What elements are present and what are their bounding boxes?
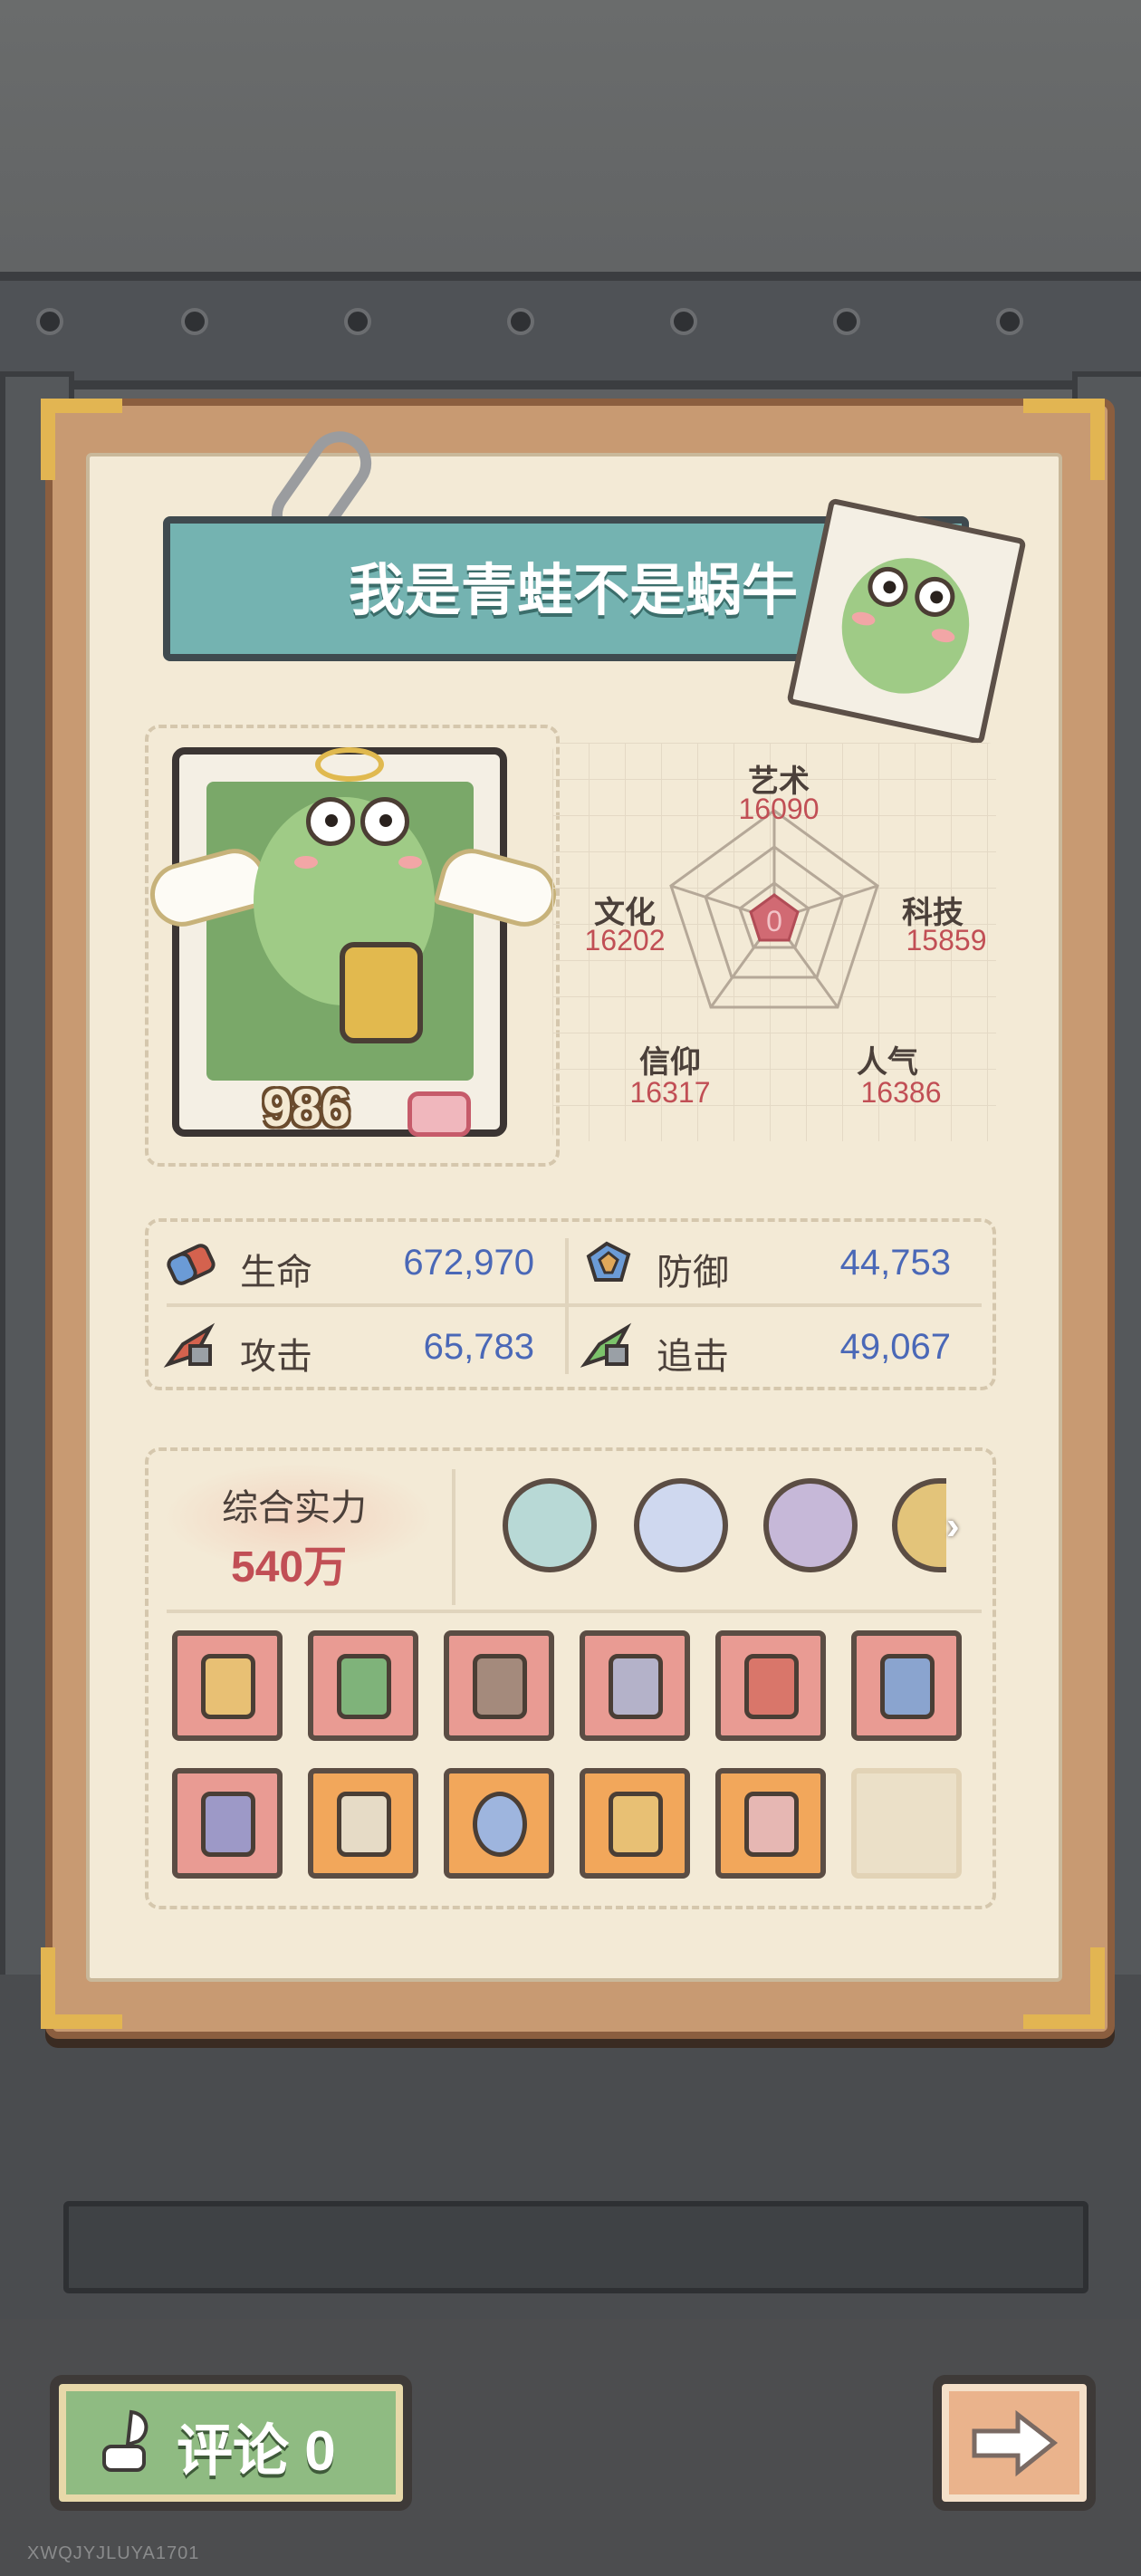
ring-icon [473,1792,527,1857]
attr-art-value: 16090 [738,793,820,825]
power-value: 540万 [231,1543,348,1591]
bracelet-icon [609,1792,663,1857]
equipment-slot[interactable] [715,1630,826,1741]
scepter-icon [201,1654,255,1719]
equipment-slot[interactable] [172,1630,283,1741]
attr-tech-value: 15859 [906,924,987,956]
hp-value: 672,970 [403,1243,534,1283]
equipment-slot[interactable] [580,1630,690,1741]
attack-label: 攻击 [240,1337,312,1377]
rivet [181,308,208,335]
equipment-slot[interactable] [580,1768,690,1879]
defense-label: 防御 [657,1253,729,1293]
hp-icon [167,1244,216,1285]
rivet [344,308,371,335]
frog-icon [829,545,983,706]
equipment-slot[interactable] [308,1768,418,1879]
vest-icon [744,1792,799,1857]
avatar[interactable] [786,497,1027,745]
equipment-slot[interactable] [308,1630,418,1741]
comment-text: 评论 [177,2420,290,2483]
crossbow-icon [880,1654,935,1719]
comment-label: 评论 0 [177,2405,336,2486]
skull-badge-icon[interactable] [634,1478,728,1572]
crystal-gauntlet-icon [201,1792,255,1857]
mummy-armor-icon [337,1792,391,1857]
equipment-slot[interactable] [715,1768,826,1879]
cloak-icon [609,1654,663,1719]
attack-icon [163,1322,216,1368]
pursuit-label: 追击 [657,1337,729,1377]
attr-popularity-label: 人气 [857,1045,918,1080]
attr-faith-value: 16317 [629,1076,711,1109]
equipment-slot[interactable] [444,1630,554,1741]
rivet [36,308,63,335]
watermark: XWQJYJLUYA1701 [27,2543,200,2563]
shelf [0,272,1141,389]
radar-chart: 0 [669,809,879,1009]
next-button[interactable] [933,2375,1096,2511]
radar-center-label: 0 [766,905,782,937]
defense-value: 44,753 [839,1243,951,1283]
equipment-slot[interactable] [851,1630,962,1741]
serpent-staff-icon [337,1654,391,1719]
rivet [833,308,860,335]
defense-icon [586,1241,631,1282]
robot-chest-icon [473,1654,527,1719]
badge-scroll-arrow-icon[interactable]: › [946,1504,960,1549]
cake-badge-icon[interactable] [503,1478,597,1572]
hp-label: 生命 [240,1253,312,1293]
quill-icon [102,2409,149,2472]
attack-value: 65,783 [423,1327,534,1367]
equipment-slot-empty[interactable] [851,1768,962,1879]
attr-faith-label: 信仰 [639,1045,701,1080]
flame-sword-icon [744,1654,799,1719]
scroll-badge-icon[interactable] [763,1478,858,1572]
rivet [670,308,697,335]
power-label: 综合实力 [222,1488,367,1528]
halo-icon [315,747,384,782]
vent-band [63,2201,1088,2293]
rivet [996,308,1023,335]
attr-popularity-value: 16386 [860,1076,942,1109]
pursuit-icon [580,1322,632,1368]
attr-culture-value: 16202 [584,924,666,956]
arrow-right-icon [972,2409,1059,2477]
comment-count: 0 [304,2420,336,2483]
bow-icon [408,1091,471,1137]
rivet [507,308,534,335]
character-level: 986 [263,1079,350,1138]
jar-icon [340,942,423,1043]
equipment-slot[interactable] [172,1768,283,1879]
equipment-slot[interactable] [444,1768,554,1879]
pursuit-value: 49,067 [839,1327,951,1367]
